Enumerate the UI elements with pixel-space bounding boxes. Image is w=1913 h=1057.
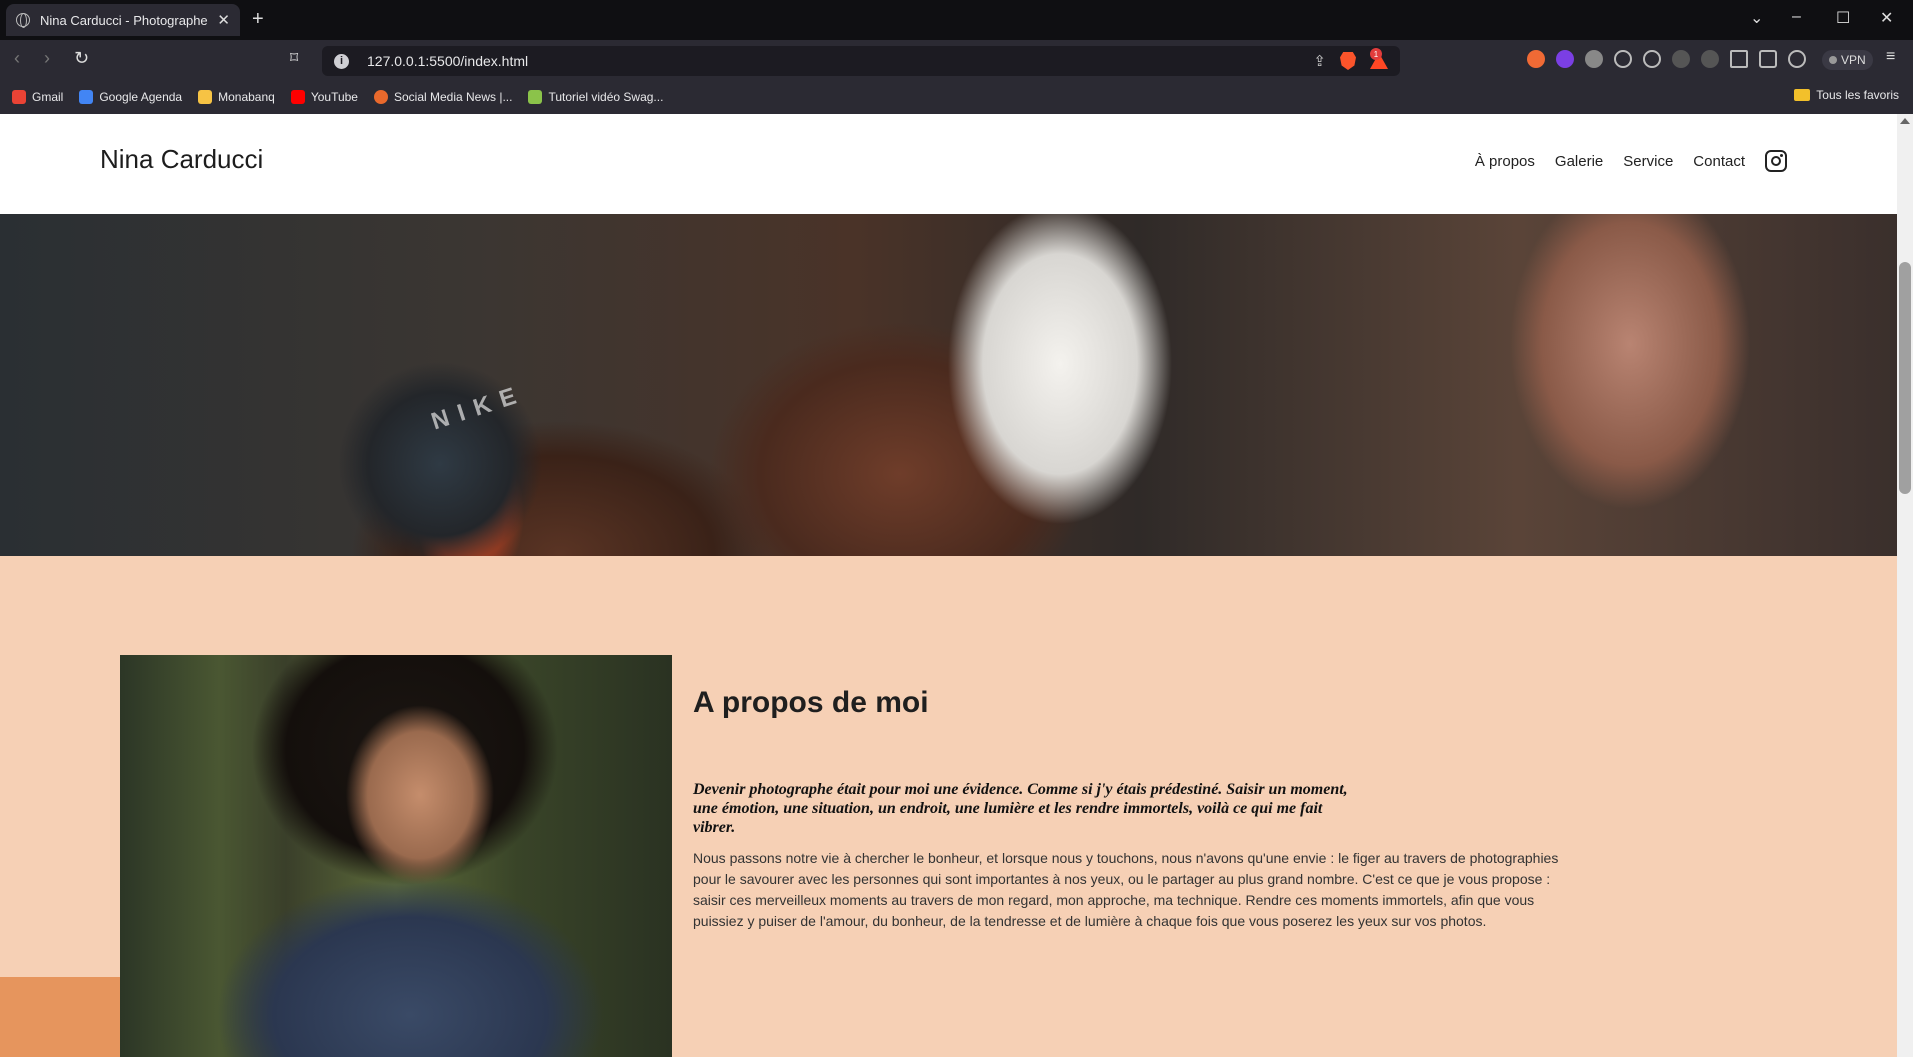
bookmark-label: Social Media News |... <box>393 90 513 104</box>
bookmark-label: YouTube <box>310 90 358 104</box>
music-icon[interactable] <box>1701 50 1719 68</box>
bookmark-page-icon[interactable]: ⌑ <box>290 48 298 68</box>
scroll-up-arrow-icon[interactable] <box>1900 118 1910 124</box>
globe-icon <box>16 13 30 28</box>
site-brand[interactable]: Nina Carducci <box>100 144 263 175</box>
monabanq-icon <box>198 90 213 104</box>
site-header: Nina Carducci À propos Galerie Service C… <box>0 114 1897 214</box>
all-bookmarks-folder[interactable]: Tous les favoris <box>1794 88 1899 102</box>
browser-tab[interactable]: Nina Carducci - Photographe ✕ <box>6 4 240 36</box>
url-text[interactable]: 127.0.0.1:5500/index.html <box>367 53 1313 69</box>
youtube-icon <box>290 90 305 104</box>
tab-list-chevron-icon[interactable]: ⌄ <box>1750 8 1763 28</box>
brave-shields-icon[interactable] <box>1340 52 1356 70</box>
browser-toolbar: ‹ › ↻ ⌑ i 127.0.0.1:5500/index.html ⇪ VP… <box>0 40 1913 80</box>
reload-icon[interactable]: ↻ <box>74 48 89 69</box>
extension-icon-1[interactable] <box>1527 50 1545 68</box>
sidebar-icon[interactable] <box>1730 50 1748 68</box>
nav-link-service[interactable]: Service <box>1623 153 1673 170</box>
back-icon[interactable]: ‹ <box>14 48 20 69</box>
about-accent-block <box>0 977 120 1057</box>
tutorial-icon <box>528 90 543 104</box>
scrollbar-thumb[interactable] <box>1899 262 1911 494</box>
share-icon[interactable]: ⇪ <box>1313 52 1326 70</box>
wallet-icon[interactable] <box>1759 50 1777 68</box>
nav-link-galerie[interactable]: Galerie <box>1555 153 1603 170</box>
new-tab-button[interactable]: + <box>252 8 264 31</box>
minimize-window-button[interactable]: – <box>1792 8 1801 26</box>
extension-icon-5[interactable] <box>1643 50 1661 68</box>
bookmark-monabanq[interactable]: Monabanq <box>198 90 275 104</box>
vpn-button[interactable]: VPN <box>1822 50 1873 70</box>
bookmark-label: Google Agenda <box>99 90 183 104</box>
bookmark-tutoriel-video[interactable]: Tutoriel vidéo Swag... <box>528 90 663 104</box>
gmail-icon <box>12 90 26 104</box>
vpn-label: VPN <box>1841 53 1866 67</box>
site-info-icon[interactable]: i <box>334 53 349 69</box>
calendar-icon <box>79 90 94 104</box>
page-viewport: Nina Carducci À propos Galerie Service C… <box>0 114 1897 1057</box>
bookmark-social-media-news[interactable]: Social Media News |... <box>373 90 513 104</box>
leo-ai-icon[interactable] <box>1788 50 1806 68</box>
all-bookmarks-label: Tous les favoris <box>1816 88 1899 102</box>
rewards-badge: 1 <box>1370 48 1382 60</box>
vpn-status-icon <box>1829 56 1837 64</box>
bookmarks-bar: Gmail Google Agenda Monabanq YouTube Soc… <box>0 80 1913 114</box>
forward-icon[interactable]: › <box>44 48 50 69</box>
close-window-button[interactable]: ✕ <box>1880 8 1893 28</box>
about-title: A propos de moi <box>693 686 929 719</box>
about-portrait-photo <box>120 655 672 1057</box>
bookmark-youtube[interactable]: YouTube <box>290 90 358 104</box>
folder-icon <box>1794 89 1811 101</box>
main-nav: À propos Galerie Service Contact <box>1475 150 1787 172</box>
instagram-icon[interactable] <box>1765 150 1787 172</box>
close-tab-icon[interactable]: ✕ <box>217 11 230 29</box>
extension-icon-4[interactable] <box>1614 50 1632 68</box>
bookmark-google-agenda[interactable]: Google Agenda <box>79 90 182 104</box>
nav-link-a-propos[interactable]: À propos <box>1475 153 1535 170</box>
bookmark-label: Monabanq <box>218 90 275 104</box>
tab-title: Nina Carducci - Photographe <box>40 12 208 28</box>
extension-icon-2[interactable] <box>1556 50 1574 68</box>
bookmark-gmail[interactable]: Gmail <box>12 90 63 104</box>
about-lead: Devenir photographe était pour moi une é… <box>693 781 1348 836</box>
puzzle-icon[interactable] <box>1672 50 1690 68</box>
about-body: Nous passons notre vie à chercher le bon… <box>693 850 1559 929</box>
nav-link-contact[interactable]: Contact <box>1693 153 1745 170</box>
extension-icon-3[interactable] <box>1585 50 1603 68</box>
bookmark-label: Tutoriel vidéo Swag... <box>548 90 664 104</box>
bookmark-label: Gmail <box>32 90 64 104</box>
browser-tab-bar: Nina Carducci - Photographe ✕ + ⌄ – ☐ ✕ <box>0 0 1913 40</box>
address-bar[interactable]: i 127.0.0.1:5500/index.html ⇪ <box>322 46 1400 76</box>
maximize-window-button[interactable]: ☐ <box>1836 8 1850 28</box>
menu-icon[interactable]: ≡ <box>1886 48 1895 66</box>
social-media-icon <box>373 90 388 104</box>
hero-carousel[interactable]: NIKE <box>0 214 1897 556</box>
page-scrollbar[interactable] <box>1897 114 1913 1057</box>
hero-photo-shirt-print: NIKE <box>428 379 529 436</box>
